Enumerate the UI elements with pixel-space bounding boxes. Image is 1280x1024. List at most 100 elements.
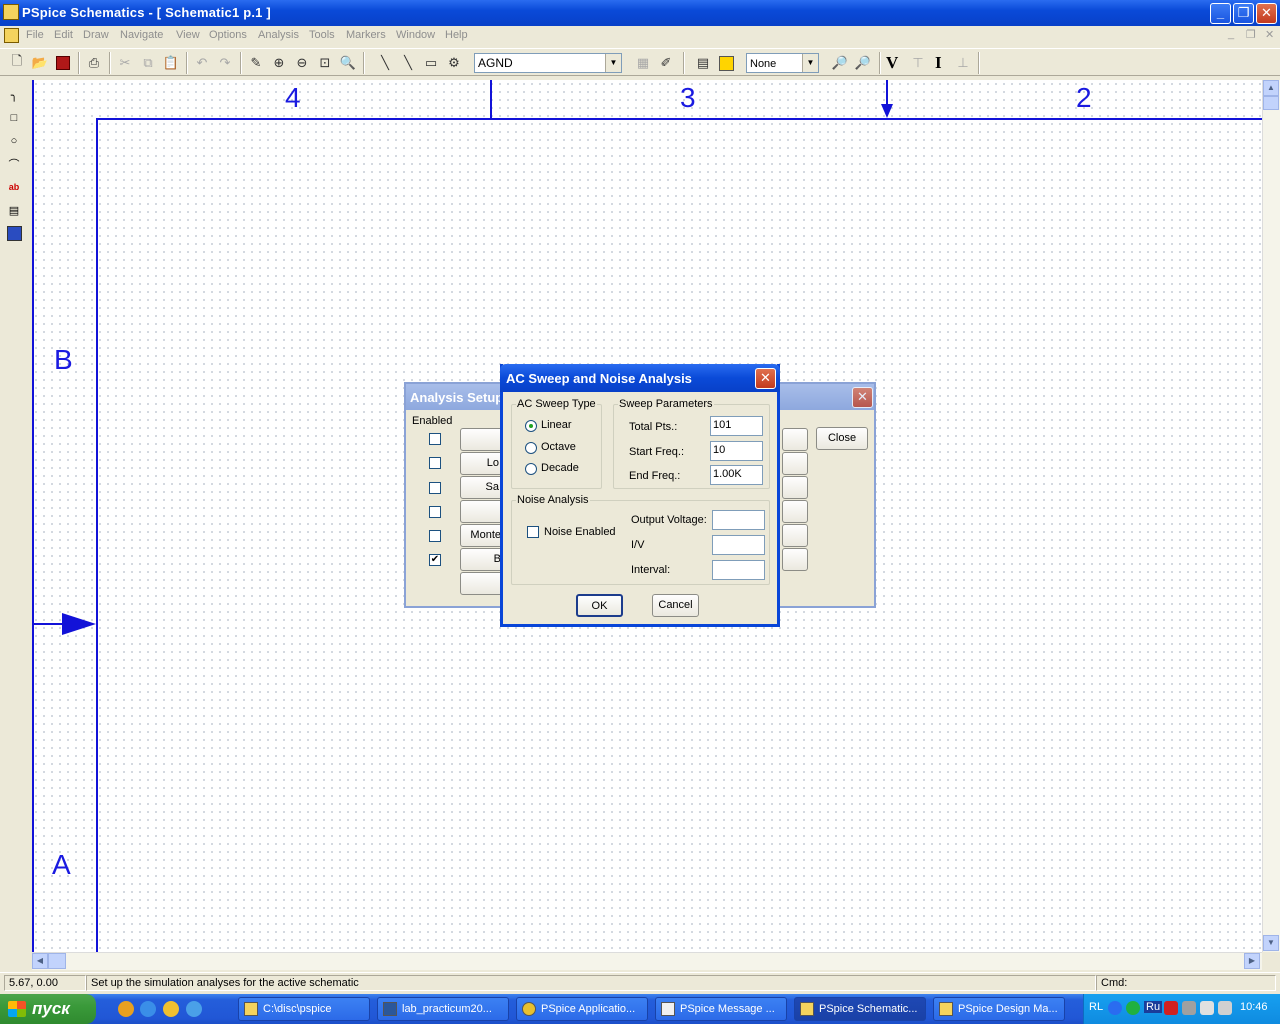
chevron-down-icon[interactable]: ▼ [605, 54, 621, 72]
polyline-icon[interactable]: ⌒ [4, 154, 24, 174]
scroll-thumb[interactable] [1263, 96, 1279, 110]
enabled-checkbox-1[interactable] [429, 433, 441, 445]
enabled-checkbox-3[interactable] [429, 482, 441, 494]
zoom-out-icon[interactable]: ⊖ [291, 52, 313, 74]
quicklaunch-ie-icon[interactable] [140, 1001, 156, 1017]
radio-linear[interactable] [525, 420, 537, 432]
find-icon[interactable]: 🔎 [829, 52, 851, 74]
menu-navigate[interactable]: Navigate [120, 29, 163, 41]
document-icon[interactable] [4, 28, 19, 43]
open-folder-icon[interactable]: 📂 [29, 52, 51, 74]
menu-analysis[interactable]: Analysis [258, 29, 299, 41]
power-marker-icon[interactable]: ⊥ [952, 52, 974, 74]
quicklaunch-icon-1[interactable] [118, 1001, 134, 1017]
analysis-button-right-4[interactable] [782, 500, 808, 523]
enabled-checkbox-2[interactable] [429, 457, 441, 469]
insert-picture-icon[interactable] [4, 223, 24, 243]
analysis-button-6[interactable]: B [460, 548, 504, 571]
cut-icon[interactable]: ✂ [114, 52, 136, 74]
scroll-left-icon[interactable]: ◀ [32, 953, 48, 969]
analysis-button-7[interactable] [460, 572, 504, 595]
menu-edit[interactable]: Edit [54, 29, 73, 41]
language-indicator[interactable]: RL [1089, 1001, 1103, 1013]
task-pspice-design-manager[interactable]: PSpice Design Ma... [933, 997, 1065, 1021]
tray-network-icon[interactable] [1126, 1001, 1140, 1015]
menu-options[interactable]: Options [209, 29, 247, 41]
cancel-button[interactable]: Cancel [652, 594, 699, 617]
scroll-right-icon[interactable]: ▶ [1244, 953, 1260, 969]
analysis-button-right-3[interactable] [782, 476, 808, 499]
ok-button[interactable]: OK [576, 594, 623, 617]
zoom-fit-icon[interactable]: 🔍 [337, 52, 359, 74]
print-icon[interactable]: ⎙ [83, 52, 105, 74]
find-next-icon[interactable]: 🔎 [852, 52, 874, 74]
undo-icon[interactable]: ↶ [191, 52, 213, 74]
voltage-marker-button[interactable]: V [886, 53, 898, 73]
paste-icon[interactable]: 📋 [160, 52, 182, 74]
tray-antivirus-icon[interactable] [1164, 1001, 1178, 1015]
chevron-down-icon[interactable]: ▼ [802, 54, 818, 72]
mdi-minimize-icon[interactable]: _ [1228, 28, 1234, 40]
close-button[interactable]: ✕ [1256, 3, 1277, 24]
mdi-restore-icon[interactable]: ❐ [1246, 28, 1256, 41]
quicklaunch-icon-4[interactable] [186, 1001, 202, 1017]
quicklaunch-media-icon[interactable] [163, 1001, 179, 1017]
text-abc-icon[interactable]: ab [4, 177, 24, 197]
noise-enabled-checkbox[interactable] [527, 526, 539, 538]
end-freq-input[interactable]: 1.00K [710, 465, 763, 485]
save-icon[interactable] [52, 52, 74, 74]
analysis-button-1[interactable] [460, 428, 504, 451]
copy-icon[interactable]: ⧉ [137, 52, 159, 74]
scroll-down-icon[interactable]: ▼ [1263, 935, 1279, 951]
task-pspice-schematics[interactable]: PSpice Schematic... [794, 997, 926, 1021]
text-box-icon[interactable]: ▤ [4, 200, 24, 220]
edit-attributes-icon[interactable]: ▦ [632, 52, 654, 74]
enabled-checkbox-6[interactable]: ✔ [429, 554, 441, 566]
current-marker-button[interactable]: I [935, 53, 942, 73]
analysis-button-2[interactable]: Lo [460, 452, 504, 475]
simulate-icon[interactable] [715, 52, 737, 74]
analysis-button-right-1[interactable] [782, 428, 808, 451]
analysis-button-right-2[interactable] [782, 452, 808, 475]
menu-window[interactable]: Window [396, 29, 435, 41]
iv-input[interactable] [712, 535, 765, 555]
tray-arrow-icon[interactable] [1108, 1001, 1122, 1015]
diff-voltage-marker-icon[interactable]: ⊤ [907, 52, 929, 74]
output-voltage-input[interactable] [712, 510, 765, 530]
redraw-icon[interactable]: ✎ [245, 52, 267, 74]
vertical-scrollbar[interactable]: ▲ ▼ [1262, 80, 1280, 952]
circle-icon[interactable]: ○ [4, 131, 24, 151]
analysis-button-4[interactable] [460, 500, 504, 523]
tray-computer-icon[interactable] [1182, 1001, 1196, 1015]
draw-block-icon[interactable]: ▭ [420, 52, 442, 74]
part-combo[interactable]: AGND ▼ [474, 53, 622, 73]
total-pts-input[interactable]: 101 [710, 416, 763, 436]
arc-icon[interactable]: ╮ [4, 85, 24, 105]
analysis-button-3[interactable]: Sa [460, 476, 504, 499]
zoom-area-icon[interactable]: ⊡ [314, 52, 336, 74]
restore-button[interactable]: ❐ [1233, 3, 1254, 24]
enabled-checkbox-4[interactable] [429, 506, 441, 518]
rectangle-icon[interactable]: □ [4, 108, 24, 128]
analysis-button-right-6[interactable] [782, 548, 808, 571]
task-pspice-message[interactable]: PSpice Message ... [655, 997, 787, 1021]
edit-symbol-icon[interactable]: ✐ [655, 52, 677, 74]
menu-file[interactable]: File [26, 29, 44, 41]
horizontal-scrollbar[interactable]: ◀ ▶ [32, 952, 1262, 970]
task-word[interactable]: lab_practicum20... [377, 997, 509, 1021]
close-icon[interactable]: ✕ [852, 387, 873, 408]
menu-help[interactable]: Help [445, 29, 468, 41]
enabled-checkbox-5[interactable] [429, 530, 441, 542]
tray-volume-icon[interactable] [1200, 1001, 1214, 1015]
draw-bus-icon[interactable]: ╲ [397, 52, 419, 74]
task-folder[interactable]: C:\disc\pspice [238, 997, 370, 1021]
zoom-in-icon[interactable]: ⊕ [268, 52, 290, 74]
close-icon[interactable]: ✕ [755, 368, 776, 389]
menu-view[interactable]: View [176, 29, 200, 41]
scroll-thumb-h[interactable] [48, 953, 66, 969]
mdi-close-icon[interactable]: ✕ [1265, 28, 1274, 41]
get-part-icon[interactable]: ⚙ [443, 52, 465, 74]
start-freq-input[interactable]: 10 [710, 441, 763, 461]
marker-combo[interactable]: None ▼ [746, 53, 819, 73]
menu-tools[interactable]: Tools [309, 29, 335, 41]
